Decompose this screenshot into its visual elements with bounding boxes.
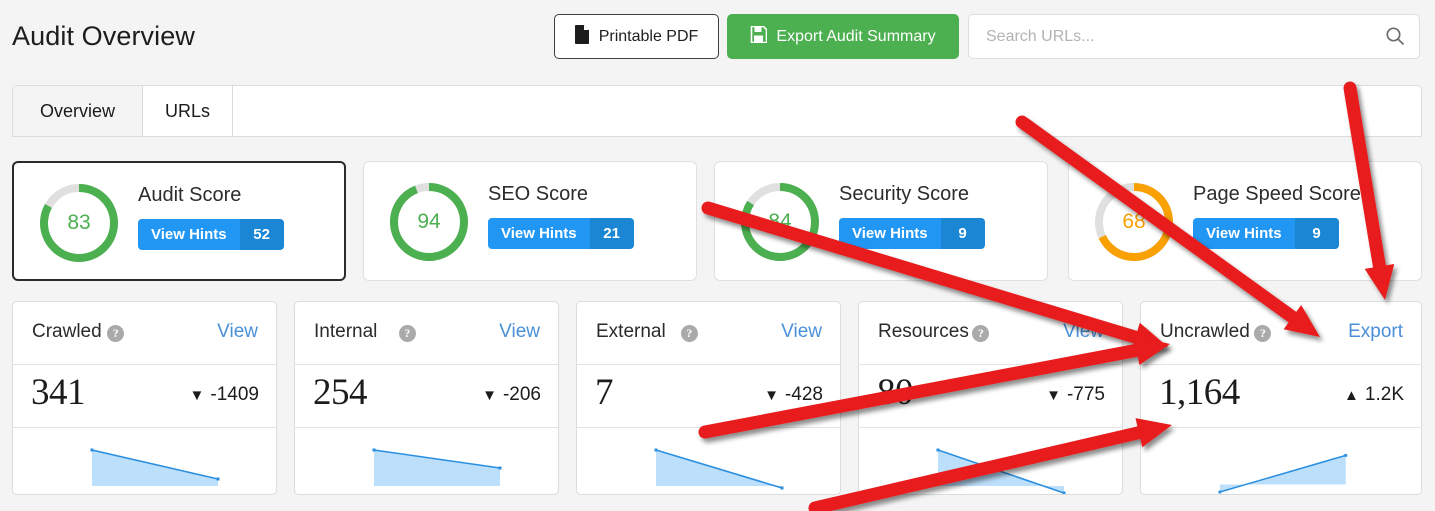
stat-card-link[interactable]: View (499, 321, 540, 343)
stat-card-crawled: Crawled? View 341 ▼ -1409 (12, 301, 277, 495)
stat-card-value: 1,164 (1159, 372, 1240, 413)
stat-card-delta: ▼ -206 (482, 384, 541, 406)
score-card-audit-score[interactable]: 83 Audit Score View Hints 52 (12, 161, 346, 281)
stat-card-delta: ▼ -428 (764, 384, 823, 406)
sparkline-chart (90, 448, 220, 486)
score-value: 94 (417, 210, 441, 233)
score-value: 83 (67, 211, 91, 234)
score-card-seo-score[interactable]: 94 SEO Score View Hints 21 (363, 161, 697, 281)
view-hints-button[interactable]: View Hints 9 (1193, 218, 1339, 249)
sparkline-chart (936, 448, 1066, 494)
export-audit-summary-label: Export Audit Summary (776, 27, 936, 45)
save-disk-icon (750, 25, 768, 48)
stat-card-value: 80 (877, 372, 914, 413)
tab-overview-label: Overview (39, 100, 115, 121)
search-box[interactable] (968, 14, 1420, 59)
score-card-title: SEO Score (488, 183, 589, 205)
stat-card-name: External (596, 321, 666, 342)
trend-down-icon: ▼ (482, 386, 497, 404)
stat-card-header: Uncrawled? Export (1141, 302, 1421, 365)
stat-card-value: 7 (595, 372, 614, 413)
stat-card-body: 1,164 ▲ 1.2K (1141, 365, 1421, 428)
stat-card-delta: ▼ -1409 (190, 384, 259, 406)
score-card-title: Page Speed Score (1193, 183, 1361, 205)
stat-card-name: Uncrawled (1160, 321, 1250, 342)
page-title: Audit Overview (12, 21, 195, 51)
view-hints-count: 9 (940, 218, 985, 249)
view-hints-label: View Hints (839, 218, 941, 249)
stat-card-delta: ▲ 1.2K (1344, 384, 1404, 406)
stat-card-delta-value: -775 (1066, 384, 1105, 405)
stat-card-header: Resources? View (859, 302, 1122, 365)
stat-card-name: Internal (314, 321, 378, 342)
tab-urls[interactable]: URLs (143, 86, 233, 136)
sparkline-chart (1218, 453, 1348, 494)
page-header: Audit Overview Printable PDF Export Audi… (0, 0, 1435, 76)
tab-overview[interactable]: Overview (13, 86, 143, 136)
stat-card-link[interactable]: View (1063, 321, 1104, 343)
help-icon[interactable]: ? (398, 325, 416, 342)
score-value: 68 (1122, 210, 1146, 233)
trend-down-icon: ▼ (1046, 386, 1061, 404)
score-value: 84 (768, 210, 792, 233)
stat-card-internal: Internal? View 254 ▼ -206 (294, 301, 559, 495)
stat-card-body: 341 ▼ -1409 (13, 365, 276, 428)
trend-down-icon: ▼ (764, 386, 779, 404)
tab-bar: Overview URLs (12, 85, 1422, 137)
stat-card-link[interactable]: View (217, 321, 258, 343)
help-icon[interactable]: ? (107, 325, 125, 342)
search-input[interactable] (969, 15, 1389, 58)
stat-card-body: 254 ▼ -206 (295, 365, 558, 428)
view-hints-label: View Hints (488, 218, 590, 249)
score-cards-row: 83 Audit Score View Hints 52 94 SEO Score View… (12, 161, 1422, 281)
view-hints-button[interactable]: View Hints 21 (488, 218, 634, 249)
view-hints-label: View Hints (1193, 218, 1295, 249)
trend-up-icon: ▲ (1344, 386, 1359, 404)
score-card-title: Audit Score (138, 184, 242, 206)
export-audit-summary-button[interactable]: Export Audit Summary (727, 14, 959, 59)
score-card-security-score[interactable]: 84 Security Score View Hints 9 (714, 161, 1048, 281)
stat-card-body: 7 ▼ -428 (577, 365, 840, 428)
stat-card-name: Crawled (32, 321, 102, 342)
stat-card-body: 80 ▼ -775 (859, 365, 1122, 428)
search-icon[interactable] (1385, 26, 1405, 46)
score-card-page-speed-score[interactable]: 68 Page Speed Score View Hints 9 (1068, 161, 1422, 281)
stat-cards-row: Crawled? View 341 ▼ -1409 Internal? View 254 ▼ -2… (12, 301, 1422, 496)
stat-card-delta-value: -206 (502, 384, 541, 405)
stat-card-link[interactable]: Export (1348, 321, 1403, 343)
stat-card-delta-value: -1409 (210, 384, 259, 405)
stat-card-value: 254 (313, 372, 368, 413)
stat-card-delta-value: -428 (784, 384, 823, 405)
file-icon (574, 24, 590, 49)
audit-overview-page: Audit Overview Printable PDF Export Audi… (0, 0, 1435, 511)
stat-card-delta: ▼ -775 (1046, 384, 1105, 406)
view-hints-count: 9 (1294, 218, 1339, 249)
tab-urls-label: URLs (164, 100, 210, 121)
trend-down-icon: ▼ (189, 386, 205, 404)
stat-card-uncrawled: Uncrawled? Export 1,164 ▲ 1.2K (1140, 301, 1422, 495)
view-hints-count: 21 (589, 218, 634, 249)
stat-card-value: 341 (31, 372, 86, 413)
sparkline-chart (654, 448, 784, 490)
printable-pdf-button[interactable]: Printable PDF (554, 14, 719, 59)
stat-card-link[interactable]: View (781, 321, 822, 343)
stat-card-delta-value: 1.2K (1364, 384, 1404, 405)
printable-pdf-label: Printable PDF (598, 27, 699, 45)
stat-card-header: Internal? View (295, 302, 558, 365)
view-hints-button[interactable]: View Hints 9 (839, 218, 985, 249)
sparkline-chart (372, 448, 502, 486)
stat-card-header: Crawled? View (13, 302, 276, 365)
stat-card-resources: Resources? View 80 ▼ -775 (858, 301, 1123, 495)
stat-card-external: External? View 7 ▼ -428 (576, 301, 841, 495)
help-icon[interactable]: ? (1254, 325, 1272, 342)
help-icon[interactable]: ? (972, 325, 990, 342)
stat-card-header: External? View (577, 302, 840, 365)
view-hints-count: 52 (239, 219, 284, 250)
stat-card-name: Resources (878, 321, 969, 342)
help-icon[interactable]: ? (680, 325, 698, 342)
view-hints-button[interactable]: View Hints 52 (138, 219, 284, 250)
view-hints-label: View Hints (138, 219, 240, 250)
score-card-title: Security Score (839, 183, 970, 205)
